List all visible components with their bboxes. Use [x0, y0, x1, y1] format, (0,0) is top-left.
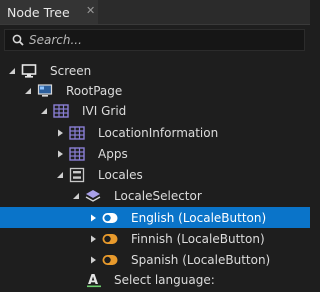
node-tree-panel: Node Tree ✕ Screen RootPage	[0, 0, 310, 292]
tree-label: Apps	[98, 147, 128, 161]
search-icon	[12, 34, 24, 46]
stack-layout-icon	[69, 167, 85, 183]
expanded-arrow-icon[interactable]	[72, 192, 80, 200]
grid-icon	[53, 104, 69, 118]
tree-row-ivi-grid[interactable]: IVI Grid	[0, 101, 310, 121]
tree-row-localeselector[interactable]: LocaleSelector	[0, 186, 310, 206]
collapsed-arrow-icon[interactable]	[89, 256, 97, 264]
tree-row-locales[interactable]: Locales	[0, 165, 310, 185]
expanded-arrow-icon[interactable]	[40, 107, 48, 115]
grid-icon	[69, 147, 85, 161]
search-box	[4, 29, 305, 51]
expanded-arrow-icon[interactable]	[8, 67, 16, 75]
tree-label: Screen	[50, 64, 92, 78]
screen-icon	[21, 64, 37, 78]
tree-label: Spanish (LocaleButton)	[131, 253, 271, 267]
text-block-icon: A	[87, 273, 101, 288]
tree-label: Finnish (LocaleButton)	[131, 232, 265, 246]
tree-row-finnish[interactable]: Finnish (LocaleButton)	[0, 228, 310, 249]
layers-icon	[85, 190, 101, 202]
tree-label: Locales	[98, 168, 143, 182]
collapsed-arrow-icon[interactable]	[89, 235, 97, 243]
tab-node-tree[interactable]: Node Tree ✕	[0, 0, 98, 24]
tree-row-rootpage[interactable]: RootPage	[0, 81, 310, 101]
collapsed-arrow-icon[interactable]	[56, 150, 64, 158]
tab-bar: Node Tree ✕	[0, 0, 310, 25]
tree-label: IVI Grid	[82, 104, 127, 118]
tab-title: Node Tree	[7, 5, 70, 20]
tree-row-select-language[interactable]: A Select language:	[0, 270, 310, 290]
toggle-button-icon	[102, 255, 118, 265]
page-icon	[37, 84, 53, 97]
close-icon[interactable]: ✕	[86, 4, 95, 17]
tree-row-locationinformation[interactable]: LocationInformation	[0, 123, 310, 143]
tree-label: LocationInformation	[98, 126, 219, 140]
collapsed-arrow-icon[interactable]	[56, 129, 64, 137]
tree-label: LocaleSelector	[114, 189, 202, 203]
tree-label: English (LocaleButton)	[131, 211, 267, 225]
collapsed-arrow-icon[interactable]	[89, 214, 97, 222]
search-input[interactable]	[29, 32, 299, 48]
tree-label: RootPage	[66, 84, 123, 98]
toggle-button-icon	[102, 234, 118, 244]
tree-row-english[interactable]: English (LocaleButton)	[0, 207, 310, 228]
expanded-arrow-icon[interactable]	[56, 171, 64, 179]
tree-row-apps[interactable]: Apps	[0, 144, 310, 164]
grid-icon	[69, 126, 85, 140]
toggle-button-icon	[102, 213, 118, 223]
tree-row-screen[interactable]: Screen	[0, 61, 310, 81]
tree-row-spanish[interactable]: Spanish (LocaleButton)	[0, 249, 310, 270]
tree-label: Select language:	[114, 273, 215, 287]
expanded-arrow-icon[interactable]	[24, 87, 32, 95]
